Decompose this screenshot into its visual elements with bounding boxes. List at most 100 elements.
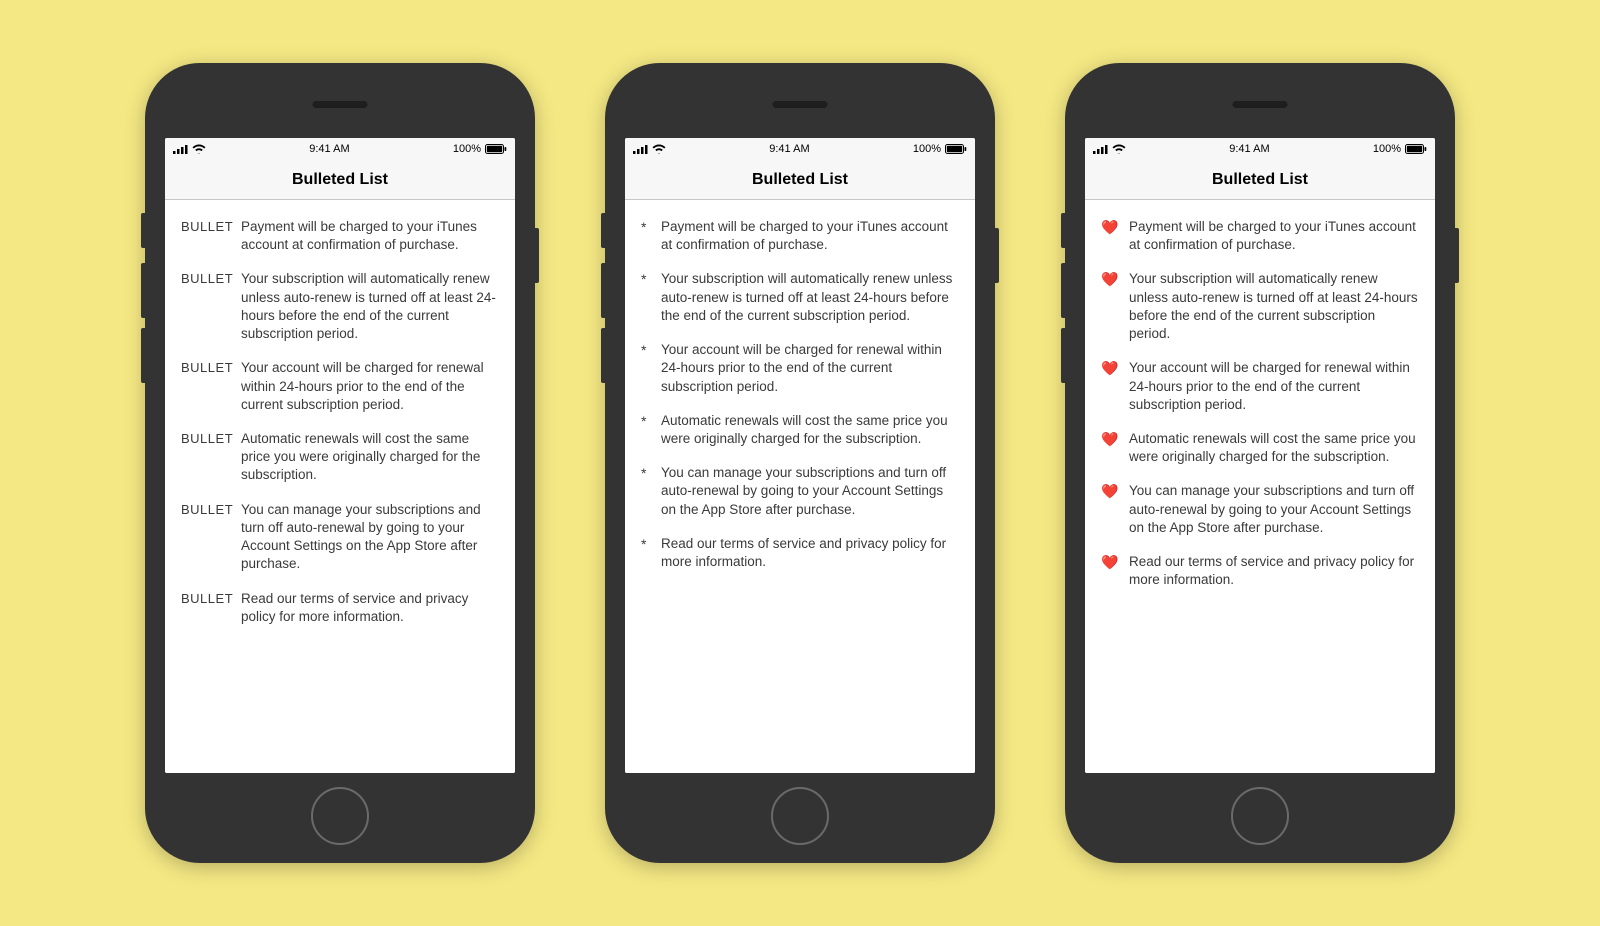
battery-icon — [1405, 144, 1427, 154]
status-time: 9:41 AM — [309, 143, 349, 155]
status-time: 9:41 AM — [769, 143, 809, 155]
battery-icon — [945, 144, 967, 154]
battery-icon — [485, 144, 507, 154]
list-item-text: Read our terms of service and privacy po… — [241, 590, 499, 626]
wifi-icon — [652, 144, 666, 154]
list-item-text: Payment will be charged to your iTunes a… — [661, 218, 959, 254]
status-bar: 9:41 AM 100% — [1085, 138, 1435, 160]
list-item-text: Read our terms of service and privacy po… — [661, 535, 959, 571]
status-right: 100% — [1373, 143, 1427, 155]
list-item: ❤️ You can manage your subscriptions and … — [1101, 482, 1419, 537]
bullet-marker: * — [641, 412, 651, 431]
status-left — [1093, 144, 1126, 154]
list-item-text: You can manage your subscriptions and tu… — [1129, 482, 1419, 537]
list-item: BULLET Your account will be charged for r… — [181, 359, 499, 414]
phone-speaker — [773, 101, 828, 108]
signal-icon — [1093, 144, 1108, 154]
phone-power-button — [1455, 228, 1459, 283]
wifi-icon — [192, 144, 206, 154]
list-item: BULLET Payment will be charged to your iT… — [181, 218, 499, 254]
home-button[interactable] — [1231, 787, 1289, 845]
status-bar: 9:41 AM 100% — [165, 138, 515, 160]
list-item: ❤️ Your account will be charged for renew… — [1101, 359, 1419, 414]
stage: 9:41 AM 100% Bulleted List BULLET Payment… — [0, 0, 1600, 926]
phone-mockup-3: 9:41 AM 100% Bulleted List ❤️ Payment wil… — [1065, 63, 1455, 863]
list-item-text: Read our terms of service and privacy po… — [1129, 553, 1419, 589]
list-item: ❤️ Your subscription will automatically r… — [1101, 270, 1419, 343]
bullet-marker: * — [641, 270, 651, 289]
bullet-marker: BULLET — [181, 359, 231, 377]
list-item: * You can manage your subscriptions and t… — [641, 464, 959, 519]
phone-screen: 9:41 AM 100% Bulleted List BULLET Payment… — [165, 138, 515, 773]
nav-title: Bulleted List — [752, 171, 848, 189]
list-item: ❤️ Read our terms of service and privacy … — [1101, 553, 1419, 589]
list-item: ❤️ Automatic renewals will cost the same … — [1101, 430, 1419, 466]
heart-icon: ❤️ — [1101, 482, 1119, 501]
status-right: 100% — [913, 143, 967, 155]
phone-mockup-2: 9:41 AM 100% Bulleted List * Payment will… — [605, 63, 995, 863]
phone-speaker — [313, 101, 368, 108]
nav-bar: Bulleted List — [625, 160, 975, 200]
signal-icon — [633, 144, 648, 154]
content-area: BULLET Payment will be charged to your iT… — [165, 200, 515, 773]
status-battery-pct: 100% — [913, 143, 941, 155]
phone-power-button — [535, 228, 539, 283]
list-item: * Payment will be charged to your iTunes … — [641, 218, 959, 254]
heart-icon: ❤️ — [1101, 430, 1119, 449]
status-battery-pct: 100% — [453, 143, 481, 155]
bullet-marker: BULLET — [181, 270, 231, 288]
phone-screen: 9:41 AM 100% Bulleted List * Payment will… — [625, 138, 975, 773]
list-item-text: Your account will be charged for renewal… — [241, 359, 499, 414]
status-right: 100% — [453, 143, 507, 155]
list-item: * Your subscription will automatically re… — [641, 270, 959, 325]
list-item: BULLET Read our terms of service and priv… — [181, 590, 499, 626]
content-area: ❤️ Payment will be charged to your iTunes… — [1085, 200, 1435, 773]
heart-icon: ❤️ — [1101, 359, 1119, 378]
bullet-marker: * — [641, 535, 651, 554]
heart-icon: ❤️ — [1101, 270, 1119, 289]
bullet-marker: BULLET — [181, 501, 231, 519]
list-item: BULLET You can manage your subscriptions … — [181, 501, 499, 574]
list-item-text: Automatic renewals will cost the same pr… — [1129, 430, 1419, 466]
status-left — [173, 144, 206, 154]
home-button[interactable] — [771, 787, 829, 845]
content-area: * Payment will be charged to your iTunes … — [625, 200, 975, 773]
bullet-marker: * — [641, 218, 651, 237]
bullet-marker: BULLET — [181, 590, 231, 608]
nav-bar: Bulleted List — [1085, 160, 1435, 200]
list-item: BULLET Automatic renewals will cost the s… — [181, 430, 499, 485]
nav-title: Bulleted List — [1212, 171, 1308, 189]
list-item-text: Your subscription will automatically ren… — [661, 270, 959, 325]
nav-bar: Bulleted List — [165, 160, 515, 200]
status-battery-pct: 100% — [1373, 143, 1401, 155]
list-item: BULLET Your subscription will automatical… — [181, 270, 499, 343]
status-left — [633, 144, 666, 154]
list-item-text: Your account will be charged for renewal… — [1129, 359, 1419, 414]
heart-icon: ❤️ — [1101, 553, 1119, 572]
list-item-text: Your account will be charged for renewal… — [661, 341, 959, 396]
status-bar: 9:41 AM 100% — [625, 138, 975, 160]
bullet-marker: * — [641, 464, 651, 483]
list-item-text: Automatic renewals will cost the same pr… — [661, 412, 959, 448]
signal-icon — [173, 144, 188, 154]
bullet-marker: * — [641, 341, 651, 360]
phone-mockup-1: 9:41 AM 100% Bulleted List BULLET Payment… — [145, 63, 535, 863]
list-item: * Automatic renewals will cost the same p… — [641, 412, 959, 448]
list-item: * Read our terms of service and privacy p… — [641, 535, 959, 571]
bullet-marker: BULLET — [181, 218, 231, 236]
list-item: * Your account will be charged for renewa… — [641, 341, 959, 396]
list-item-text: Automatic renewals will cost the same pr… — [241, 430, 499, 485]
list-item-text: Your subscription will automatically ren… — [241, 270, 499, 343]
wifi-icon — [1112, 144, 1126, 154]
home-button[interactable] — [311, 787, 369, 845]
list-item-text: Payment will be charged to your iTunes a… — [1129, 218, 1419, 254]
list-item-text: Payment will be charged to your iTunes a… — [241, 218, 499, 254]
bullet-marker: BULLET — [181, 430, 231, 448]
phone-speaker — [1233, 101, 1288, 108]
nav-title: Bulleted List — [292, 171, 388, 189]
list-item-text: You can manage your subscriptions and tu… — [661, 464, 959, 519]
status-time: 9:41 AM — [1229, 143, 1269, 155]
list-item-text: You can manage your subscriptions and tu… — [241, 501, 499, 574]
heart-icon: ❤️ — [1101, 218, 1119, 237]
list-item-text: Your subscription will automatically ren… — [1129, 270, 1419, 343]
